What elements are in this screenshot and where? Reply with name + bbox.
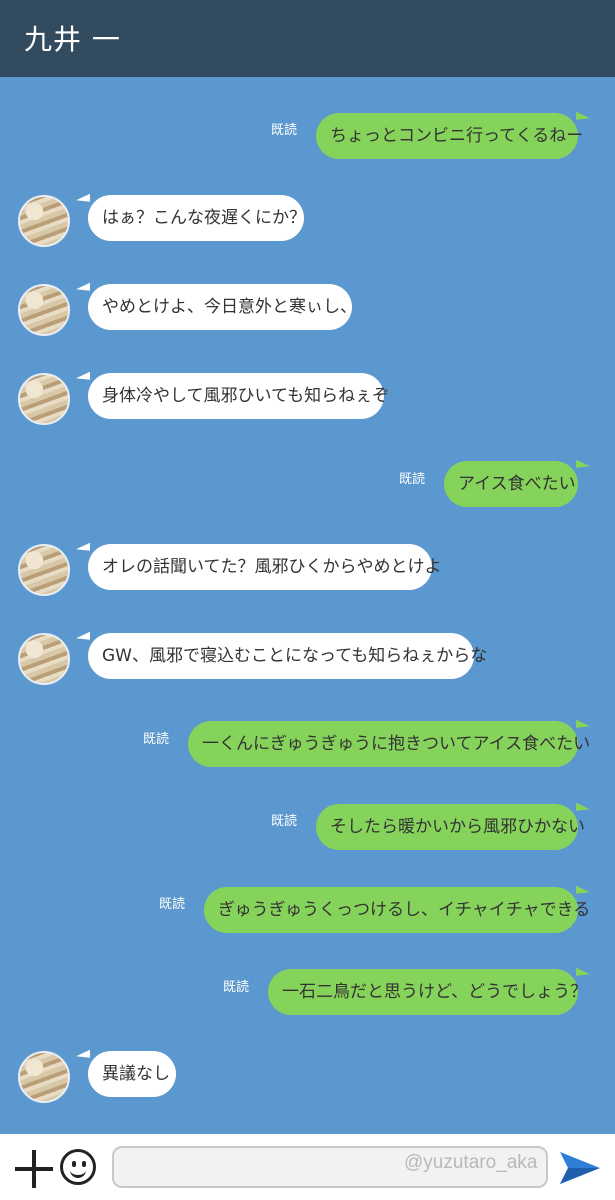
avatar[interactable] <box>18 284 70 336</box>
smile-icon-mouth <box>70 1166 86 1178</box>
read-receipt: 既読 <box>271 814 298 829</box>
message-bubble-sent[interactable]: 一石二鳥だと思うけど、どうでしょう？ <box>268 969 587 1015</box>
read-receipt: 既読 <box>143 732 170 747</box>
watermark: @yuzutaro_aka <box>404 1152 538 1173</box>
message-bubble-sent[interactable]: 一くんにぎゅうぎゅうに抱きついてアイス食べたい <box>188 721 590 767</box>
avatar[interactable] <box>18 544 70 596</box>
message-list[interactable]: 既読 ちょっとコンビニ行ってくるねー はぁ？こんな夜遅くにか？ やめとけよ、今日… <box>0 77 615 1134</box>
avatar[interactable] <box>18 633 70 685</box>
read-receipt: 既読 <box>271 123 298 138</box>
message-bubble-received[interactable]: 身体冷やして風邪ひいても知らねぇぞ <box>88 373 389 419</box>
avatar[interactable] <box>18 1051 70 1103</box>
message-bubble-sent[interactable]: アイス食べたい <box>444 461 578 507</box>
read-receipt: 既読 <box>159 897 186 912</box>
message-bubble-received[interactable]: GW、風邪で寝込むことになっても知らねぇからな <box>88 633 487 679</box>
avatar[interactable] <box>18 373 70 425</box>
message-bubble-received[interactable]: 異議なし <box>88 1051 176 1097</box>
avatar[interactable] <box>18 195 70 247</box>
smile-icon[interactable] <box>60 1149 96 1185</box>
send-arrow-icon[interactable] <box>558 1150 602 1186</box>
chat-header: 九井 一 <box>0 0 615 77</box>
plus-icon[interactable] <box>15 1150 53 1188</box>
message-bubble-received[interactable]: オレの話聞いてた？風邪ひくからやめとけよ <box>88 544 442 590</box>
message-bubble-sent[interactable]: ぎゅうぎゅうくっつけるし、イチャイチャできる <box>204 887 590 933</box>
message-bubble-received[interactable]: やめとけよ、今日意外と寒ぃし、 <box>88 284 357 330</box>
read-receipt: 既読 <box>399 472 426 487</box>
message-bubble-received[interactable]: はぁ？こんな夜遅くにか？ <box>88 195 306 241</box>
read-receipt: 既読 <box>223 980 250 995</box>
chat-title: 九井 一 <box>24 23 121 56</box>
message-bubble-sent[interactable]: ちょっとコンビニ行ってくるねー <box>316 113 583 159</box>
message-bubble-sent[interactable]: そしたら暖かいから風邪ひかない <box>316 804 585 850</box>
